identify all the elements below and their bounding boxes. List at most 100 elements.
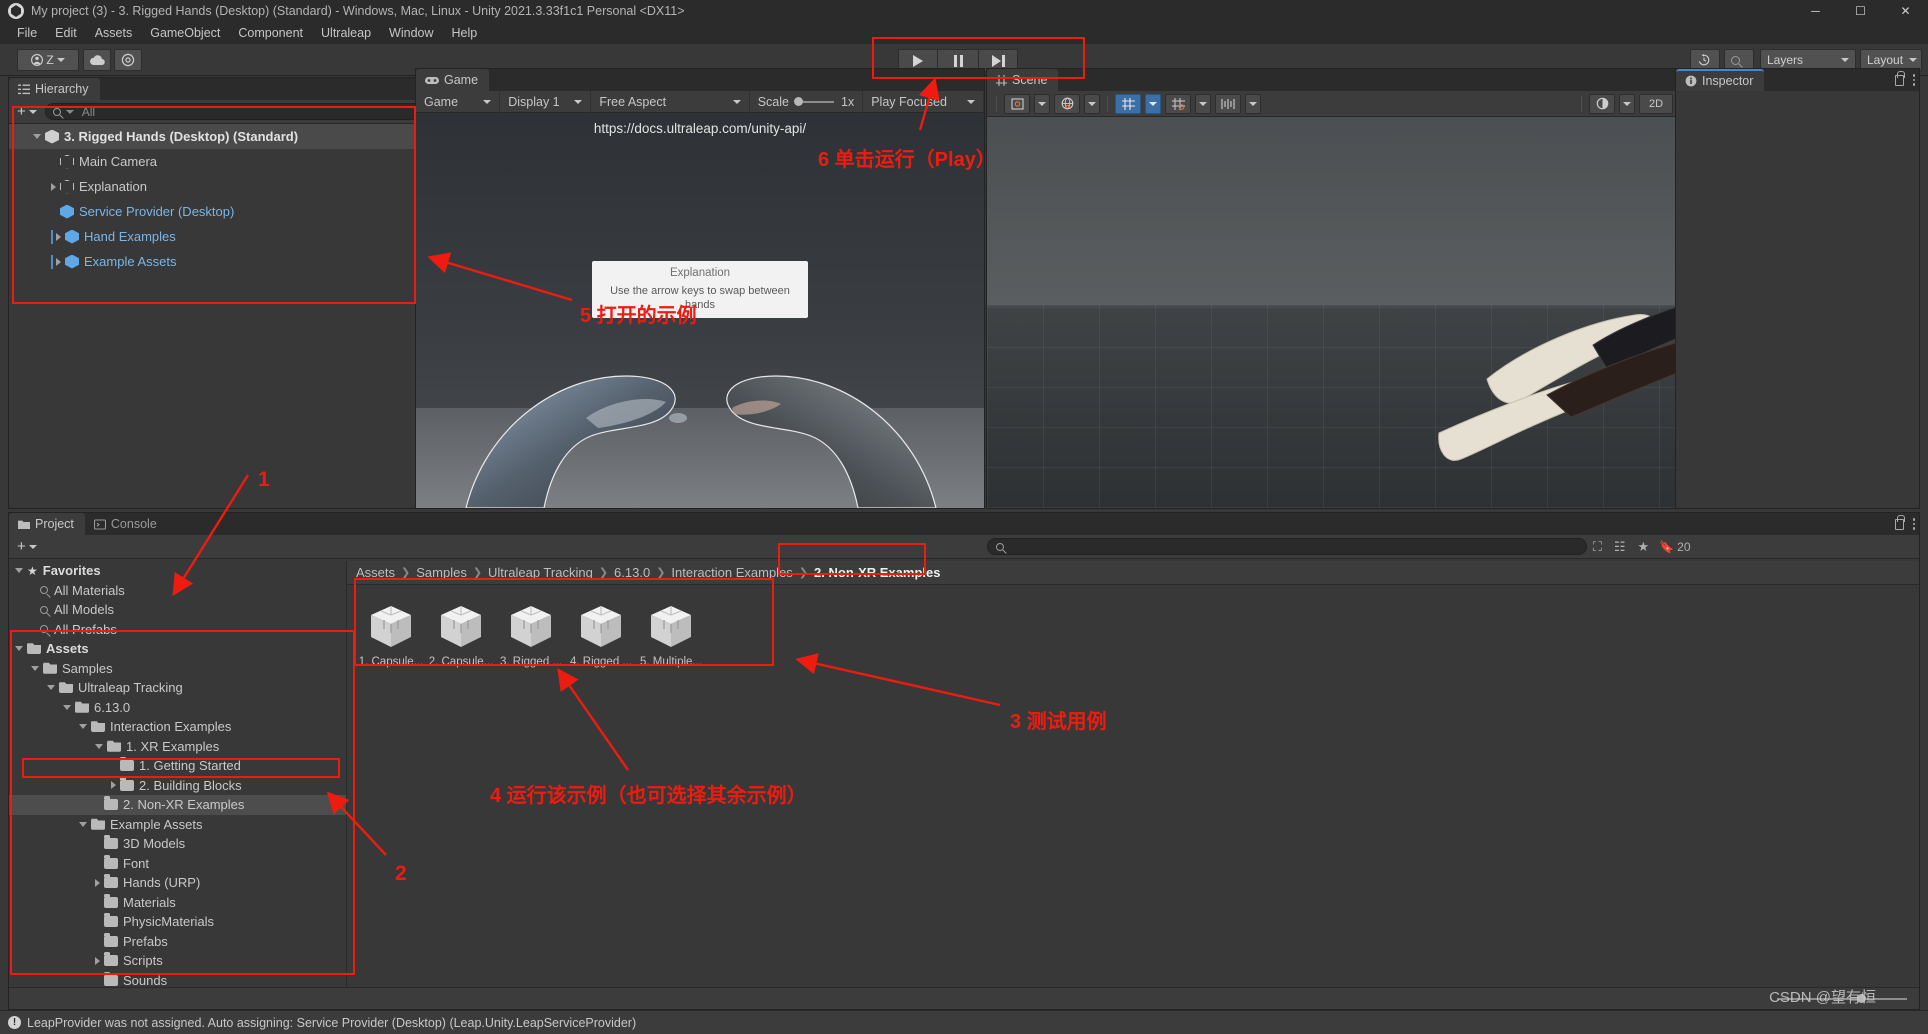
filter-by-type-icon[interactable]: ☷ [1608,539,1632,555]
minimize-button[interactable]: ─ [1793,0,1838,22]
hierarchy-add-button[interactable]: + [13,103,41,121]
project-add-button[interactable]: + [13,538,41,556]
maximize-button[interactable]: ☐ [1838,0,1883,22]
chevron-down-icon[interactable] [79,724,87,730]
scale-slider-knob[interactable] [794,97,803,106]
more-options-icon[interactable] [1912,74,1915,86]
chevron-down-icon[interactable] [33,134,41,139]
shading-button[interactable] [1054,93,1080,114]
project-tree-row[interactable]: 2. Non-XR Examples [9,795,346,815]
display-dropdown[interactable]: Display 1 [500,90,592,113]
menu-item-file[interactable]: File [8,24,46,42]
scale-slider-track[interactable] [794,97,834,106]
project-tree-row[interactable]: 2. Building Blocks [9,776,346,796]
asset-item[interactable]: 5. Multiple... [640,603,702,668]
scene-shading-mode-button[interactable] [1589,93,1615,114]
project-tree-row[interactable]: Font [9,854,346,874]
chevron-right-icon[interactable] [56,232,61,241]
menu-item-assets[interactable]: Assets [86,24,142,42]
chevron-right-icon[interactable] [95,878,100,887]
breadcrumb-item[interactable]: Samples [416,565,467,580]
project-tree-row[interactable]: Sounds [9,971,346,987]
draw-mode-button[interactable] [1004,93,1030,114]
project-tree-row[interactable]: 6.13.0 [9,698,346,718]
play-focus-dropdown[interactable]: Play Focused [863,90,984,113]
menu-item-edit[interactable]: Edit [46,24,86,42]
chevron-down-icon[interactable] [79,821,87,827]
asset-item[interactable]: 2. Capsule... [429,603,493,668]
tab-console[interactable]: Console [85,513,168,535]
grid-visibility-dropdown[interactable] [1195,93,1211,114]
grid-visibility-button[interactable] [1165,93,1191,114]
chevron-down-icon[interactable] [95,743,103,749]
project-tree-row[interactable]: Example Assets [9,815,346,835]
grid-snap-dropdown[interactable] [1145,93,1161,114]
cloud-button[interactable] [83,49,111,71]
chevron-down-icon[interactable] [31,665,39,671]
lock-icon[interactable] [1894,70,1905,86]
favorites-star-icon[interactable]: ★ [1632,539,1656,555]
chevron-down-icon[interactable] [63,704,71,710]
tab-hierarchy[interactable]: Hierarchy [9,78,100,100]
tab-project[interactable]: Project [9,513,85,535]
project-tree-row[interactable]: All Prefabs [9,620,346,640]
breadcrumb[interactable]: Assets ❯ Samples ❯ Ultraleap Tracking ❯ 6.13.0… [347,561,1919,585]
chevron-right-icon[interactable] [51,182,56,191]
grid-snap-toggle[interactable] [1115,93,1141,114]
project-tree-row[interactable]: Ultraleap Tracking [9,678,346,698]
project-tree[interactable]: ★ Favorites All Materials All Models All Pre… [9,561,347,987]
game-viewport[interactable]: https://docs.ultraleap.com/unity-api/ Ex… [416,113,984,508]
scale-slider[interactable]: Scale 1x [750,90,864,113]
project-tree-row[interactable]: ★ Favorites [9,561,346,581]
project-tree-row[interactable]: All Models [9,600,346,620]
project-tree-row[interactable]: Scripts [9,951,346,971]
account-dropdown[interactable]: Z [17,49,79,71]
close-button[interactable]: ✕ [1883,0,1928,22]
project-tree-row[interactable]: Samples [9,659,346,679]
menu-item-ultraleap[interactable]: Ultraleap [312,24,380,42]
chevron-down-icon[interactable] [15,646,23,652]
project-tree-row[interactable]: 1. XR Examples [9,737,346,757]
chevron-down-icon[interactable] [47,685,55,691]
breadcrumb-item[interactable]: Assets [356,565,395,580]
project-tree-row[interactable]: Assets [9,639,346,659]
project-tree-row[interactable]: Materials [9,893,346,913]
project-tree-row[interactable]: PhysicMaterials [9,912,346,932]
asset-item[interactable]: 3. Rigged ... [500,603,562,668]
menu-item-window[interactable]: Window [380,24,442,42]
project-tree-row[interactable]: All Materials [9,581,346,601]
settings-button[interactable] [114,49,142,71]
menu-item-help[interactable]: Help [443,24,487,42]
asset-item[interactable]: 4. Rigged ... [570,603,632,668]
chevron-down-icon[interactable] [15,568,23,574]
draw-mode-dropdown[interactable] [1034,93,1050,114]
project-tree-row[interactable]: Hands (URP) [9,873,346,893]
breadcrumb-item[interactable]: 2. Non-XR Examples [814,565,940,580]
project-search-input[interactable] [986,538,1587,555]
scene-shading-dropdown[interactable] [1619,93,1635,114]
tab-scene[interactable]: Scene [987,69,1059,91]
lock-icon[interactable] [1894,514,1905,530]
2d-toggle-button[interactable]: 2D [1639,93,1673,114]
more-options-icon[interactable] [1912,518,1915,530]
project-tree-row[interactable]: 3D Models [9,834,346,854]
chevron-right-icon[interactable] [111,781,116,790]
game-view-dropdown[interactable]: Game [416,90,501,113]
project-tree-row[interactable]: 1. Getting Started [9,756,346,776]
snap-increment-button[interactable] [1215,93,1241,114]
chevron-right-icon[interactable] [56,257,61,266]
menu-item-gameobject[interactable]: GameObject [141,24,229,42]
menu-item-component[interactable]: Component [229,24,312,42]
snap-increment-dropdown[interactable] [1245,93,1261,114]
tab-game[interactable]: Game [416,69,490,91]
breadcrumb-item[interactable]: Ultraleap Tracking [488,565,593,580]
search-in-packages-icon[interactable]: ⛶ [1587,539,1608,555]
asset-item[interactable]: 1. Capsule... [359,603,423,668]
shading-dropdown[interactable] [1084,93,1100,114]
project-tree-row[interactable]: Interaction Examples [9,717,346,737]
project-tree-row[interactable]: Prefabs [9,932,346,952]
aspect-dropdown[interactable]: Free Aspect [591,90,750,113]
breadcrumb-item[interactable]: Interaction Examples [671,565,792,580]
status-bar[interactable]: ! LeapProvider was not assigned. Auto as… [0,1010,1928,1034]
tab-inspector[interactable]: Inspector [1676,69,1765,91]
